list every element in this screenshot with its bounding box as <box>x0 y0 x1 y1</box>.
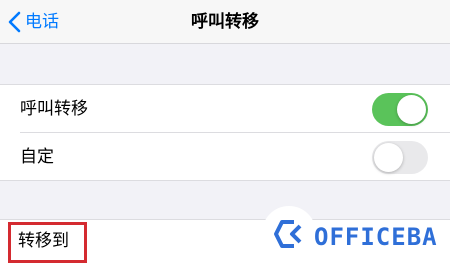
forwarding-settings-group: 呼叫转移 自定 <box>0 84 450 181</box>
custom-label: 自定 <box>20 147 54 167</box>
page-title: 呼叫转移 <box>191 12 259 32</box>
toggle-knob <box>374 143 403 172</box>
custom-row: 自定 <box>0 132 450 181</box>
toggle-knob <box>397 95 426 124</box>
highlight-annotation <box>8 222 87 263</box>
call-forwarding-toggle[interactable] <box>372 93 428 126</box>
call-forwarding-row: 呼叫转移 <box>0 85 450 133</box>
watermark-text: OFFICEBA <box>314 223 438 251</box>
custom-toggle[interactable] <box>372 141 428 174</box>
navigation-bar: 电话 呼叫转移 <box>0 0 450 44</box>
call-forwarding-label: 呼叫转移 <box>20 99 88 119</box>
watermark: OFFICEBA <box>262 206 450 266</box>
watermark-logo-icon <box>270 216 306 256</box>
